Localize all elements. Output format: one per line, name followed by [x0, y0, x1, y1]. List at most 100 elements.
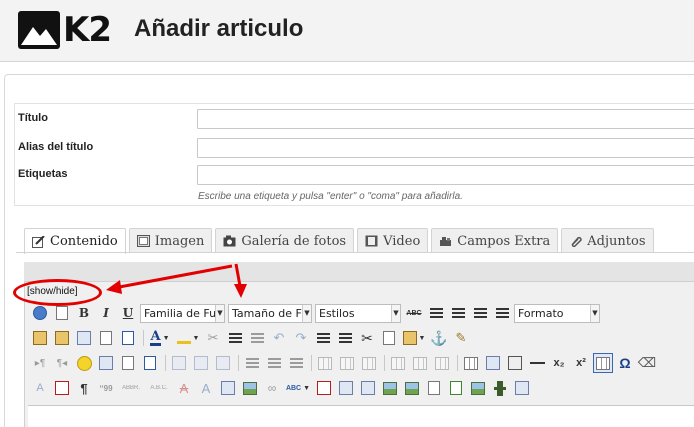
paste-word-button[interactable] [52, 328, 72, 348]
align-right-button[interactable] [470, 303, 490, 323]
merge-cells-button[interactable] [432, 353, 452, 373]
unordered-list-button[interactable] [335, 328, 355, 348]
cut-button[interactable]: ✂ [357, 328, 377, 348]
emoticons-button[interactable] [74, 353, 94, 373]
undo-button[interactable]: ↶ [269, 328, 289, 348]
ordered-list-button[interactable] [313, 328, 333, 348]
unlink-button[interactable]: ✂ [203, 328, 223, 348]
text-color-button[interactable]: A ▼ [147, 328, 173, 348]
indent-button[interactable] [247, 328, 267, 348]
visual-aid-button[interactable] [483, 353, 503, 373]
font-family-select[interactable]: Familia de Fu ▼ [140, 303, 225, 323]
absolute-button[interactable] [242, 353, 262, 373]
paste-text-button[interactable] [30, 328, 50, 348]
print-button[interactable] [505, 353, 525, 373]
superscript-button[interactable]: x² [571, 353, 591, 373]
cite-button[interactable] [286, 353, 306, 373]
outdent-button[interactable] [225, 328, 245, 348]
editor-content-area[interactable] [28, 405, 694, 427]
select-all-icon [77, 331, 91, 345]
strikethrough-button[interactable]: ABC [404, 303, 424, 323]
image-manager-button[interactable] [380, 378, 400, 398]
replace-button[interactable] [140, 353, 160, 373]
preview-button[interactable] [96, 328, 116, 348]
title-input[interactable] [197, 109, 694, 129]
underline-button[interactable]: U [118, 303, 138, 323]
tags-input[interactable] [197, 165, 694, 185]
row-props-button[interactable] [337, 353, 357, 373]
tab-imagen[interactable]: Imagen [128, 228, 213, 253]
copy-button[interactable] [379, 328, 399, 348]
show-blocks-button[interactable]: ¶ [74, 378, 94, 398]
redo-button[interactable]: ↷ [291, 328, 311, 348]
new-document-button[interactable] [52, 303, 72, 323]
italic-button[interactable]: I [96, 303, 116, 323]
acronym-button[interactable]: A.B.C. [146, 378, 172, 398]
insert-layer-button[interactable] [169, 353, 189, 373]
visual-aid-icon [486, 356, 500, 370]
paste-button[interactable]: ▼ [401, 328, 427, 348]
file-manager-button[interactable] [424, 378, 444, 398]
tab-adjuntos[interactable]: Adjuntos [561, 228, 654, 253]
nonbreaking-button[interactable]: A [30, 378, 50, 398]
page-break-icon [55, 381, 69, 395]
align-justify-button[interactable] [492, 303, 512, 323]
select-all-button[interactable] [74, 328, 94, 348]
image-button[interactable] [240, 378, 260, 398]
visual-chars-button[interactable] [593, 353, 613, 373]
spellcheck-button[interactable]: ABC ▼ [284, 378, 312, 398]
align-center-button[interactable] [448, 303, 468, 323]
table-cell-icon [362, 356, 376, 370]
ltr-button[interactable]: ▸¶ [30, 353, 50, 373]
delete-row-button[interactable] [410, 353, 430, 373]
cleanup-button[interactable]: ✎ [451, 328, 471, 348]
code-button[interactable] [314, 378, 334, 398]
insert-table-button[interactable] [461, 353, 481, 373]
subscript-button[interactable]: x₂ [549, 353, 569, 373]
bold-button[interactable]: B [74, 303, 94, 323]
tab-video[interactable]: Video [357, 228, 429, 253]
gallery-button[interactable] [468, 378, 488, 398]
add-file-button[interactable] [446, 378, 466, 398]
remove-format-button[interactable]: ⌫ [637, 353, 657, 373]
template-button[interactable] [336, 378, 356, 398]
attributes-button[interactable] [218, 378, 238, 398]
align-left-button[interactable] [426, 303, 446, 323]
layout-button[interactable] [358, 378, 378, 398]
rtl-button[interactable]: ¶◂ [52, 353, 72, 373]
tab-campos-extra[interactable]: Campos Extra [431, 228, 559, 253]
table-props-button[interactable] [315, 353, 335, 373]
tab-contenido[interactable]: Contenido [24, 228, 126, 254]
chevron-down-icon: ▼ [590, 304, 599, 322]
media-button[interactable] [96, 353, 116, 373]
anchor-button[interactable]: ⚓ [429, 328, 449, 348]
format-select[interactable]: Formato ▼ [514, 303, 600, 323]
highlight-color-button[interactable]: ▼ [175, 328, 201, 348]
unlink-icon: ✂ [207, 330, 219, 345]
help-button[interactable] [30, 303, 50, 323]
move-backward-button[interactable] [213, 353, 233, 373]
font-size-select[interactable]: Tamaño de F ▼ [228, 303, 312, 323]
insert-text-button[interactable]: A [196, 378, 216, 398]
style-props-button[interactable] [264, 353, 284, 373]
search-button[interactable] [118, 353, 138, 373]
delete-button[interactable]: A [174, 378, 194, 398]
edit-css-button[interactable] [118, 328, 138, 348]
page-break-button[interactable] [52, 378, 72, 398]
move-forward-button[interactable] [191, 353, 211, 373]
insert-table-icon [464, 356, 478, 370]
abbr-button[interactable]: ABBR. [118, 378, 144, 398]
cell-props-button[interactable] [359, 353, 379, 373]
link-button[interactable]: ∞ [262, 378, 282, 398]
insert-row-button[interactable] [388, 353, 408, 373]
tab-galeria[interactable]: Galería de fotos [215, 228, 355, 253]
special-char-button[interactable]: Ω [615, 353, 635, 373]
horizontal-rule-button[interactable] [527, 353, 547, 373]
video-button[interactable] [490, 378, 510, 398]
blockquote-button[interactable]: ‘‘99 [96, 378, 116, 398]
styles-select[interactable]: Estilos ▼ [315, 303, 401, 323]
font-size-value: Tamaño de F [232, 306, 302, 320]
insert-image-button[interactable] [402, 378, 422, 398]
fullscreen-button[interactable] [512, 378, 532, 398]
alias-input[interactable] [197, 138, 694, 158]
